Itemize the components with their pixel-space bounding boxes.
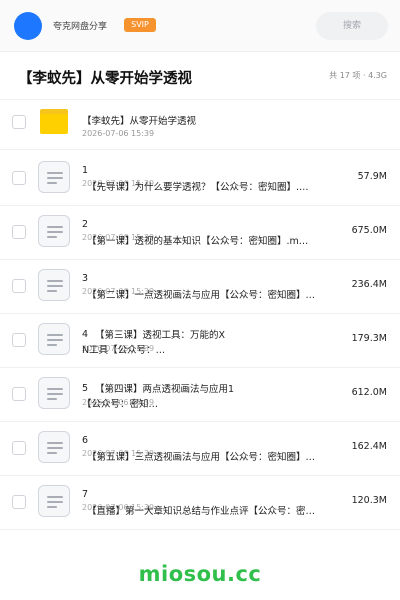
avatar[interactable] (14, 12, 42, 40)
row-checkbox[interactable] (12, 333, 26, 347)
page-title: 【李蚊先】从零开始学透视 (18, 71, 192, 87)
search-input[interactable]: 搜索 (316, 12, 388, 40)
file-name: 【第二课】一点透视画法与应用【公众号：密知圈】… (87, 290, 316, 301)
user-name: 夸克网盘分享 (53, 22, 108, 32)
file-number: 7 (82, 489, 89, 500)
row-checkbox[interactable] (12, 441, 26, 455)
file-row[interactable]: 1 2026-07-06 15:39 【先导课】为什么要学透视？【公众号：密知圈… (0, 152, 400, 206)
file-size: 57.9M (357, 171, 387, 182)
file-size: 236.4M (351, 279, 387, 290)
file-row[interactable]: 3 2026-07-06 15:39 【第二课】一点透视画法与应用【公众号：密知… (0, 260, 400, 314)
document-icon (38, 161, 70, 193)
file-name: 【直播】第一大章知识总结与作业点评【公众号：密… (87, 506, 316, 517)
row-checkbox[interactable] (12, 279, 26, 293)
row-checkbox[interactable] (12, 115, 26, 129)
document-icon (38, 431, 70, 463)
folder-name: 【李蚊先】从零开始学透视 (82, 116, 197, 127)
file-row[interactable]: 4 2026-07-06 15:39 【第三课】透视工具：万能的X N工具【公众… (0, 314, 400, 368)
file-size: 162.4M (351, 441, 387, 452)
file-size: 120.3M (351, 495, 387, 506)
top-header: 夸克网盘分享 SVIP 搜索 (0, 0, 400, 52)
folder-icon (38, 105, 70, 137)
file-number: 1 (82, 165, 89, 176)
file-number: 3 (82, 273, 89, 284)
document-icon (38, 485, 70, 517)
file-name: 【第四课】两点透视画法与应用1 (95, 384, 235, 395)
folder-row[interactable]: 【李蚊先】从零开始学透视 2026-07-06 15:39 (0, 96, 400, 150)
file-name-line2: 【公众号：密知… (82, 399, 159, 410)
file-row[interactable]: 2 2026-07-06 15:39 【第一课】透视的基本知识【公众号：密知圈】… (0, 206, 400, 260)
row-checkbox[interactable] (12, 225, 26, 239)
svip-badge: SVIP (124, 18, 156, 32)
item-count-size: 共 17 项 · 4.3G (329, 71, 387, 80)
file-name: 【先导课】为什么要学透视？【公众号：密知圈】.… (87, 182, 309, 193)
row-checkbox[interactable] (12, 171, 26, 185)
folder-date: 2026-07-06 15:39 (82, 129, 155, 138)
file-name: 【第三课】透视工具：万能的X (95, 330, 226, 341)
file-row[interactable]: 7 2026-07-06 15:39 【直播】第一大章知识总结与作业点评【公众号… (0, 476, 400, 530)
file-name: 【第一课】透视的基本知识【公众号：密知圈】.m… (87, 236, 309, 247)
document-icon (38, 215, 70, 247)
file-row[interactable]: 6 2026-07-06 15:39 【第五课】三点透视画法与应用【公众号：密知… (0, 422, 400, 476)
file-number: 5 (82, 383, 89, 394)
document-icon (38, 323, 70, 355)
file-size: 179.3M (351, 333, 387, 344)
title-bar: 【李蚊先】从零开始学透视 共 17 项 · 4.3G (0, 52, 400, 100)
row-checkbox[interactable] (12, 495, 26, 509)
file-name: 【第五课】三点透视画法与应用【公众号：密知圈】… (87, 452, 316, 463)
document-icon (38, 377, 70, 409)
file-number: 6 (82, 435, 89, 446)
site-watermark: miosou.cc (138, 562, 262, 586)
row-checkbox[interactable] (12, 387, 26, 401)
file-row[interactable]: 5 2026-07-06 15:39 【第四课】两点透视画法与应用1 【公众号：… (0, 368, 400, 422)
file-number: 4 (82, 329, 89, 340)
file-size: 612.0M (351, 387, 387, 398)
document-icon (38, 269, 70, 301)
file-number: 2 (82, 219, 89, 230)
file-size: 675.0M (351, 225, 387, 236)
file-name-line2: N工具【公众号：… (82, 345, 166, 356)
